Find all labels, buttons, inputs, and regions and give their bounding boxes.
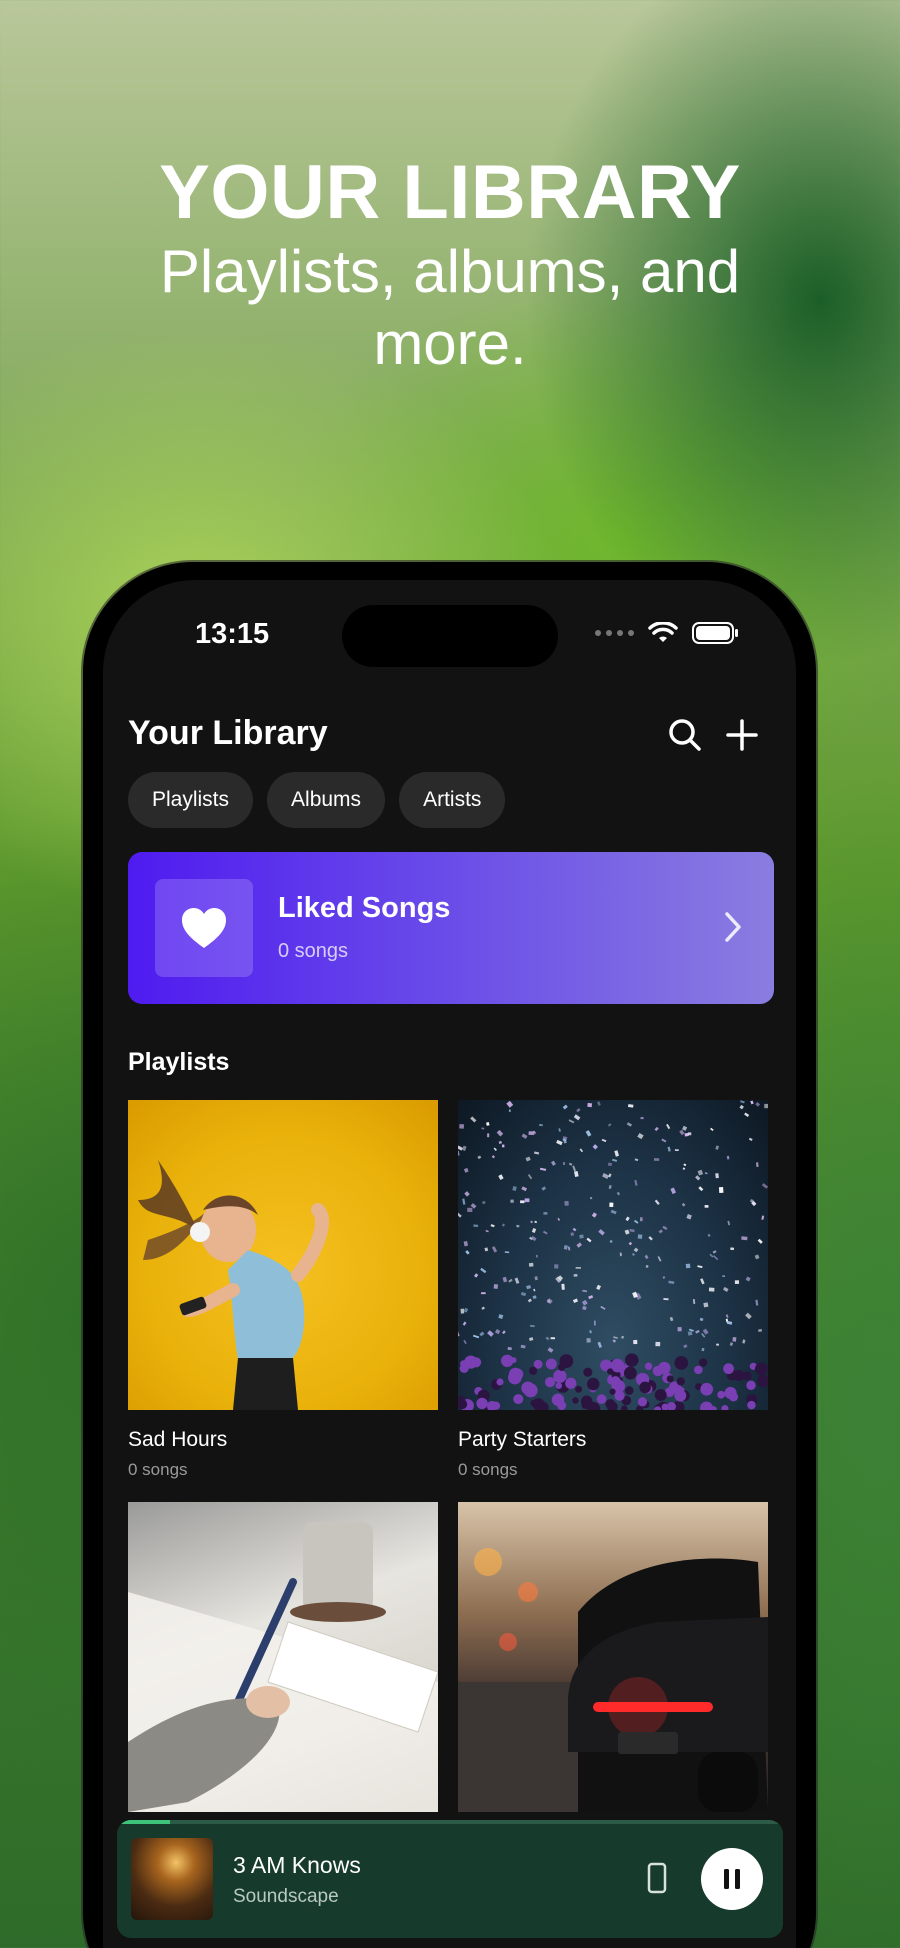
playlist-title: Party Starters — [458, 1428, 587, 1451]
section-title-playlists: Playlists — [128, 1048, 230, 1076]
now-playing-artwork — [131, 1838, 213, 1920]
now-playing-artist: Soundscape — [233, 1886, 339, 1907]
add-button[interactable] — [721, 714, 763, 756]
search-icon — [669, 719, 701, 751]
playlist-cover-image — [458, 1100, 768, 1410]
playlist-card[interactable] — [128, 1502, 438, 1830]
hero-title: YOUR LIBRARY — [159, 150, 741, 235]
mini-player[interactable]: 3 AM Knows Soundscape — [117, 1820, 783, 1938]
page-title: Your Library — [128, 714, 328, 752]
filter-chip-artists[interactable]: Artists — [399, 772, 506, 828]
playlist-count: 0 songs — [128, 1460, 188, 1479]
hero: YOUR LIBRARY Playlists, albums, and more… — [0, 150, 900, 380]
filter-chips: Playlists Albums Artists — [128, 772, 506, 828]
library-header: Your Library — [128, 710, 771, 760]
status-icons — [595, 622, 738, 644]
playback-progress-fill — [117, 1820, 171, 1824]
liked-songs-title: Liked Songs — [278, 892, 451, 924]
device-phone-icon — [647, 1862, 667, 1894]
hero-subtitle: Playlists, albums, and more. — [159, 238, 741, 377]
filter-chip-playlists[interactable]: Playlists — [128, 772, 254, 828]
now-playing-title: 3 AM Knows — [233, 1852, 361, 1878]
pause-button[interactable] — [701, 1848, 763, 1910]
liked-songs-card[interactable]: Liked Songs 0 songs — [128, 852, 774, 1004]
playlist-card[interactable] — [458, 1502, 768, 1830]
wifi-icon — [648, 622, 678, 642]
playlist-cover-image — [128, 1502, 438, 1812]
phone-frame: 13:15 Your Library Playlists Albums Arti… — [83, 562, 816, 1948]
phone-screen: 13:15 Your Library Playlists Albums Arti… — [103, 580, 796, 1948]
playlist-title: Sad Hours — [128, 1428, 228, 1451]
dynamic-island — [342, 605, 558, 667]
playlist-card[interactable]: Party Starters 0 songs — [458, 1100, 768, 1480]
heart-icon — [182, 908, 226, 948]
battery-icon — [692, 622, 738, 644]
pause-icon — [724, 1869, 740, 1889]
playlist-cover-image — [128, 1100, 438, 1410]
liked-songs-count: 0 songs — [278, 940, 349, 962]
liked-songs-art — [155, 879, 253, 977]
status-bar: 13:15 — [103, 580, 796, 670]
plus-icon — [726, 719, 758, 751]
search-button[interactable] — [664, 714, 706, 756]
cellular-signal-icon — [595, 630, 634, 636]
chevron-right-icon — [725, 912, 741, 942]
playlist-card[interactable]: Sad Hours 0 songs — [128, 1100, 438, 1480]
playback-progress-bar[interactable] — [117, 1820, 783, 1824]
filter-chip-albums[interactable]: Albums — [267, 772, 386, 828]
playlist-count: 0 songs — [458, 1460, 518, 1479]
connect-device-button[interactable] — [647, 1862, 667, 1899]
playlist-cover-image — [458, 1502, 768, 1812]
status-time: 13:15 — [195, 618, 270, 650]
